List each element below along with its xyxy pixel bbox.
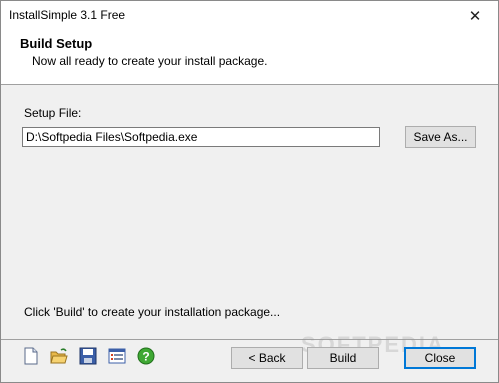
save-disk-icon[interactable] bbox=[79, 347, 97, 365]
build-button[interactable]: Build bbox=[307, 347, 379, 369]
settings-list-icon[interactable] bbox=[108, 347, 126, 365]
title-bar: InstallSimple 3.1 Free ✕ bbox=[1, 1, 498, 30]
status-message: Click 'Build' to create your installatio… bbox=[24, 305, 281, 319]
close-window-button[interactable]: ✕ bbox=[452, 1, 498, 30]
help-icon[interactable]: ? bbox=[137, 347, 155, 365]
close-button[interactable]: Close bbox=[404, 347, 476, 369]
svg-text:?: ? bbox=[142, 350, 149, 364]
setup-file-label: Setup File: bbox=[24, 106, 82, 120]
page-subtitle: Now all ready to create your install pac… bbox=[32, 54, 268, 68]
save-as-button[interactable]: Save As... bbox=[405, 126, 476, 148]
installer-window: InstallSimple 3.1 Free ✕ Build Setup Now… bbox=[0, 0, 499, 383]
open-folder-icon[interactable] bbox=[50, 347, 68, 365]
wizard-header: Build Setup Now all ready to create your… bbox=[1, 30, 498, 85]
page-title: Build Setup bbox=[20, 36, 93, 51]
setup-file-input[interactable] bbox=[22, 127, 380, 147]
window-title: InstallSimple 3.1 Free bbox=[9, 8, 126, 22]
back-button[interactable]: < Back bbox=[231, 347, 303, 369]
new-file-icon[interactable] bbox=[22, 347, 40, 365]
wizard-body bbox=[1, 85, 498, 340]
